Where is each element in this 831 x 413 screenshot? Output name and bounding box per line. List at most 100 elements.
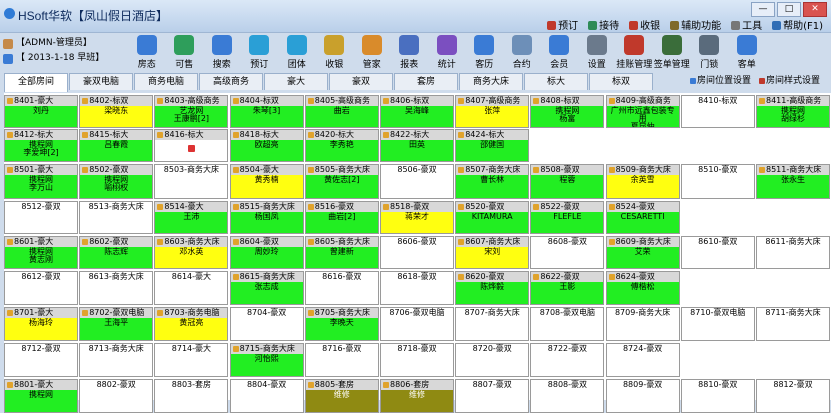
close-button[interactable]: ✕ bbox=[803, 2, 827, 17]
room-cell[interactable]: 8804-豪双 bbox=[229, 379, 304, 413]
toolbar-button-7[interactable]: 报表 bbox=[391, 34, 429, 72]
room-cell[interactable]: 8407-高级商务 张萍 bbox=[455, 95, 530, 128]
room-cell[interactable]: 8722-豪双 bbox=[530, 343, 605, 377]
toolbar-button-10[interactable]: 合约 bbox=[503, 34, 541, 72]
room-cell[interactable]: 8520-豪双 KITAMURA bbox=[455, 201, 530, 234]
room-cell[interactable]: 8615-商务大床 张志成 bbox=[229, 271, 304, 305]
room-cell[interactable]: 8605-商务大床 曾建新 bbox=[304, 236, 379, 269]
menu-3[interactable]: 辅助功能 bbox=[670, 17, 721, 32]
room-cell[interactable]: 8408-标双 携程网 杨富 bbox=[530, 95, 605, 128]
room-cell[interactable]: 8708-豪双电脑 bbox=[530, 307, 605, 341]
menu-0[interactable]: 预订 bbox=[547, 17, 578, 32]
toolbar-button-6[interactable]: 管家 bbox=[353, 34, 391, 72]
room-cell[interactable]: 8718-豪双 bbox=[380, 343, 454, 377]
tab-2[interactable]: 商务电脑 bbox=[134, 73, 198, 90]
room-cell[interactable]: 8714-豪大 bbox=[154, 343, 229, 377]
room-cell[interactable]: 8509-商务大床 余英雪 bbox=[605, 164, 680, 199]
room-cell[interactable]: 8424-标大 邵健国 bbox=[455, 129, 530, 162]
room-cell[interactable]: 8409-高级商务 广州市远鑫包装专用 夏昆仲 bbox=[605, 95, 680, 128]
room-cell[interactable]: 8511-商务大床 张永生 bbox=[756, 164, 830, 199]
room-cell[interactable]: 8707-商务大床 bbox=[455, 307, 530, 341]
room-cell[interactable]: 8709-商务大床 bbox=[605, 307, 680, 341]
room-cell[interactable]: 8609-商务大床 艾荣 bbox=[605, 236, 680, 269]
room-cell[interactable]: 8514-豪大 王沛 bbox=[154, 201, 229, 234]
room-cell[interactable]: 8404-标双 朱琴[3] bbox=[229, 95, 304, 128]
room-cell[interactable]: 8606-豪双 bbox=[380, 236, 454, 269]
room-cell[interactable]: 8510-豪双 bbox=[680, 164, 755, 199]
tab-4[interactable]: 豪大 bbox=[264, 73, 328, 90]
maximize-button[interactable]: □ bbox=[777, 2, 801, 17]
toolbar-button-8[interactable]: 统计 bbox=[428, 34, 466, 72]
room-cell[interactable]: 8518-豪双 蒋荣才 bbox=[380, 201, 454, 234]
room-cell[interactable]: 8809-豪双 bbox=[605, 379, 680, 413]
room-cell[interactable]: 8712-豪双 bbox=[4, 343, 78, 377]
room-cell[interactable]: 8803-套房 bbox=[154, 379, 229, 413]
toolbar-button-1[interactable]: 可售 bbox=[166, 34, 204, 72]
room-cell[interactable]: 8810-豪双 bbox=[680, 379, 755, 413]
room-cell[interactable]: 8614-豪大 bbox=[154, 271, 229, 305]
room-cell[interactable]: 8401-豪大 刘丹 bbox=[4, 95, 78, 128]
room-cell[interactable]: 8418-标大 欧超亮 bbox=[229, 129, 304, 162]
room-style-settings-button[interactable]: 房间样式设置 bbox=[759, 74, 820, 88]
room-cell[interactable]: 8411-高级商务 携程网 胡绿杉 bbox=[756, 95, 830, 128]
menu-5[interactable]: 帮助(F1) bbox=[772, 17, 823, 32]
toolbar-button-9[interactable]: 客历 bbox=[466, 34, 504, 72]
room-cell[interactable]: 8812-豪双 bbox=[756, 379, 830, 413]
room-cell[interactable]: 8405-高级商务 曲岩 bbox=[304, 95, 379, 128]
room-cell[interactable]: 8704-豪双 bbox=[229, 307, 304, 341]
room-cell[interactable]: 8801-豪大 携程网 bbox=[4, 379, 78, 413]
room-cell[interactable]: 8713-商务大床 bbox=[79, 343, 154, 377]
room-cell[interactable]: 8416-标大 bbox=[154, 129, 229, 162]
room-cell[interactable]: 8604-豪双 周妙玲 bbox=[229, 236, 304, 269]
room-cell[interactable]: 8607-商务大床 宋刘 bbox=[455, 236, 530, 269]
room-cell[interactable]: 8715-商务大床 河怡熙 bbox=[229, 343, 304, 377]
room-cell[interactable]: 8624-豪双 傅楷松 bbox=[605, 271, 680, 305]
room-cell[interactable]: 8611-商务大床 bbox=[756, 236, 830, 269]
room-cell[interactable]: 8412-标大 携程网 李爱坤[2] bbox=[4, 129, 78, 162]
toolbar-button-13[interactable]: 挂账管理 bbox=[616, 34, 654, 72]
toolbar-button-16[interactable]: 客单 bbox=[728, 34, 766, 72]
room-cell[interactable]: 8502-豪双 携程网 喻栩权 bbox=[79, 164, 154, 199]
tab-6[interactable]: 套房 bbox=[394, 73, 458, 90]
room-position-settings-button[interactable]: 房间位置设置 bbox=[690, 74, 751, 88]
room-cell[interactable]: 8802-豪双 bbox=[79, 379, 154, 413]
room-cell[interactable]: 8524-豪双 CESARETTI bbox=[605, 201, 680, 234]
room-cell[interactable]: 8706-豪双电脑 bbox=[380, 307, 454, 341]
toolbar-button-3[interactable]: 预订 bbox=[241, 34, 279, 72]
room-cell[interactable]: 8402-标双 梁晓东 bbox=[79, 95, 154, 128]
toolbar-button-11[interactable]: 会员 bbox=[541, 34, 579, 72]
room-cell[interactable]: 8422-标大 田英 bbox=[380, 129, 454, 162]
tab-1[interactable]: 豪双电脑 bbox=[69, 73, 133, 90]
room-cell[interactable]: 8616-豪双 bbox=[304, 271, 379, 305]
room-cell[interactable]: 8602-豪双 陈志辉 bbox=[79, 236, 154, 269]
room-cell[interactable]: 8807-豪双 bbox=[455, 379, 530, 413]
menu-1[interactable]: 接待 bbox=[588, 17, 619, 32]
room-cell[interactable]: 8620-豪双 陈烨毅 bbox=[455, 271, 530, 305]
toolbar-button-12[interactable]: 设置 bbox=[578, 34, 616, 72]
room-cell[interactable]: 8610-豪双 bbox=[680, 236, 755, 269]
toolbar-button-2[interactable]: 搜索 bbox=[203, 34, 241, 72]
room-cell[interactable]: 8808-豪双 bbox=[530, 379, 605, 413]
tab-7[interactable]: 商务大床 bbox=[459, 73, 523, 90]
room-cell[interactable]: 8513-商务大床 bbox=[79, 201, 154, 234]
tab-5[interactable]: 豪双 bbox=[329, 73, 393, 90]
room-cell[interactable]: 8504-豪大 黄秀楠 bbox=[229, 164, 304, 199]
room-cell[interactable]: 8601-豪大 携程网 黄志刚 bbox=[4, 236, 78, 269]
minimize-button[interactable]: — bbox=[751, 2, 775, 17]
room-cell[interactable]: 8618-豪双 bbox=[380, 271, 454, 305]
room-cell[interactable]: 8705-商务大床 李晚天 bbox=[304, 307, 379, 341]
room-cell[interactable]: 8608-豪双 bbox=[530, 236, 605, 269]
room-cell[interactable]: 8710-豪双电脑 bbox=[680, 307, 755, 341]
room-cell[interactable]: 8516-豪双 曲岩[2] bbox=[304, 201, 379, 234]
room-cell[interactable]: 8506-豪双 bbox=[380, 164, 454, 199]
tab-8[interactable]: 标大 bbox=[524, 73, 588, 90]
menu-2[interactable]: 收银 bbox=[629, 17, 660, 32]
room-cell[interactable]: 8701-豪大 杨海玲 bbox=[4, 307, 78, 341]
room-cell[interactable]: 8805-套房 维修 bbox=[304, 379, 379, 413]
room-cell[interactable]: 8503-商务大床 bbox=[154, 164, 229, 199]
toolbar-button-15[interactable]: 门锁 bbox=[691, 34, 729, 72]
room-cell[interactable]: 8512-豪双 bbox=[4, 201, 78, 234]
room-cell[interactable]: 8806-套房 维修 bbox=[380, 379, 454, 413]
room-cell[interactable]: 8415-标大 吕春霞 bbox=[79, 129, 154, 162]
room-cell[interactable]: 8403-高级商务 艺龙网 王康鹏[2] bbox=[154, 95, 229, 128]
